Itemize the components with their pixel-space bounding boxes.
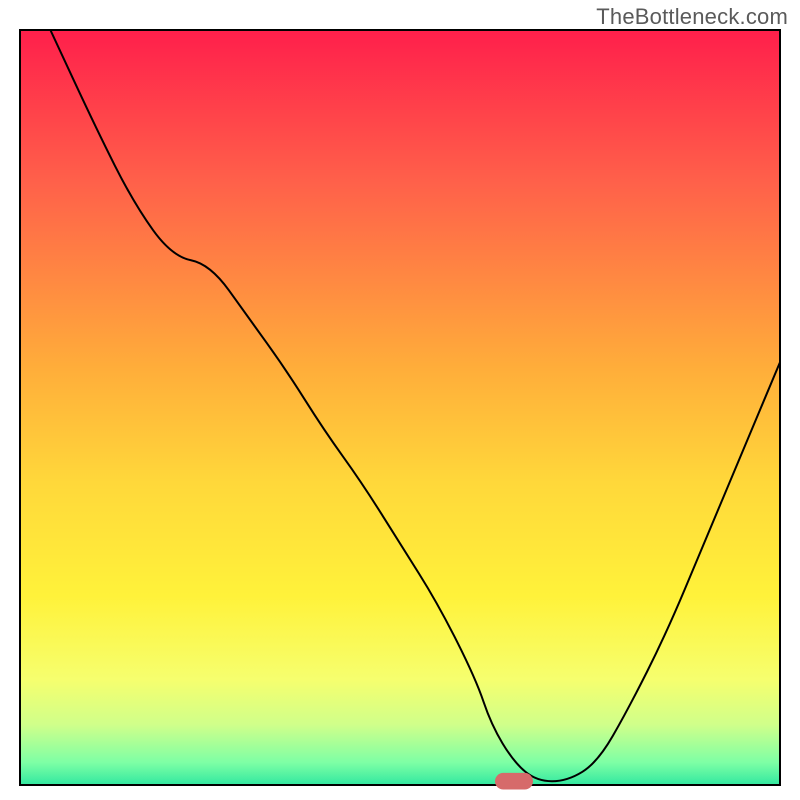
bottleneck-chart [0, 0, 800, 800]
chart-container: TheBottleneck.com [0, 0, 800, 800]
plot-background [20, 30, 780, 785]
watermark-text: TheBottleneck.com [596, 4, 788, 30]
optimal-marker [495, 773, 533, 790]
